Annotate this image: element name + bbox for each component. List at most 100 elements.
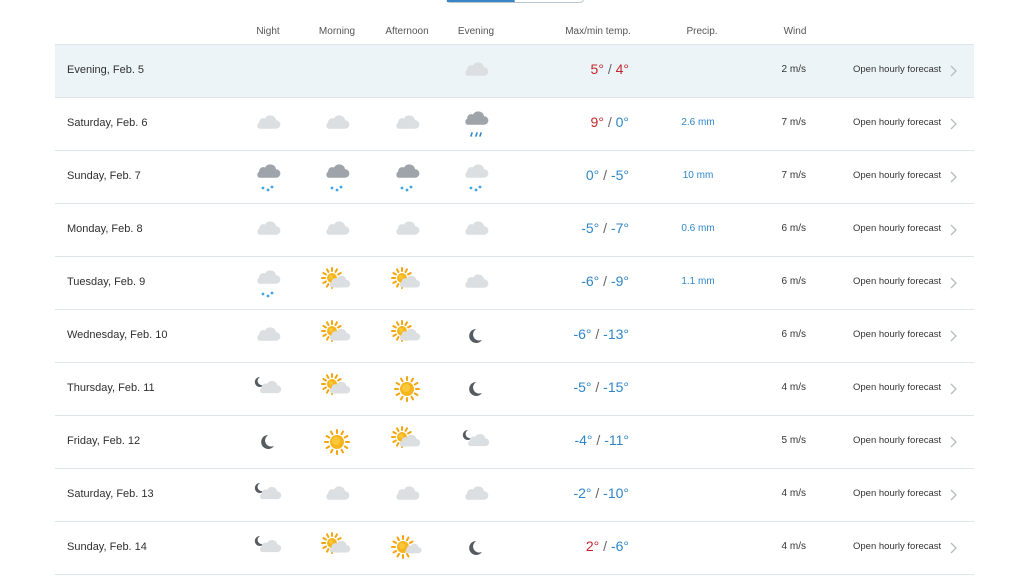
- night-moon-icon: [252, 426, 284, 458]
- row-date: Monday, Feb. 8: [67, 223, 143, 235]
- maxmin-temp: 0° / -5°: [586, 167, 629, 183]
- afternoon-partly-sunny-icon: [391, 426, 423, 458]
- wind-speed: 6 m/s: [781, 223, 806, 234]
- maxmin-temp: -4° / -11°: [574, 432, 629, 448]
- night-moon-cloud-icon: [252, 532, 284, 564]
- max-temp: 0°: [585, 167, 600, 183]
- header-morning: Morning: [318, 26, 356, 37]
- view-toggle-selected-tab[interactable]: [447, 0, 515, 2]
- header-evening: Evening: [457, 26, 495, 37]
- open-hourly-forecast-link[interactable]: Open hourly forecast: [853, 64, 941, 75]
- table-row[interactable]: Thursday, Feb. 11 -5° / -15° 4 m/s Open hou…: [55, 363, 974, 416]
- wind-speed: 4 m/s: [781, 541, 806, 552]
- min-temp: -5°: [610, 167, 629, 183]
- open-hourly-forecast-link[interactable]: Open hourly forecast: [853, 170, 941, 181]
- table-row[interactable]: Wednesday, Feb. 10 -6° / -13° 6 m/s Open ho…: [55, 310, 974, 363]
- table-row[interactable]: Sunday, Feb. 7 0° / -5° 10 mm 7 m/s Open hou…: [55, 151, 974, 204]
- table-row[interactable]: Evening, Feb. 5 5° / 4° 2 m/s Open hourly f…: [55, 45, 974, 98]
- morning-cloud-icon: [321, 108, 353, 140]
- chevron-right-icon[interactable]: [946, 64, 960, 78]
- max-temp: 9°: [590, 114, 604, 130]
- temp-separator: /: [599, 273, 611, 289]
- wind-speed: 6 m/s: [781, 276, 806, 287]
- temp-separator: /: [599, 220, 611, 236]
- chevron-right-icon[interactable]: [946, 223, 960, 237]
- evening-cloud-icon: [460, 479, 492, 511]
- min-temp: -7°: [610, 220, 629, 236]
- open-hourly-forecast-link[interactable]: Open hourly forecast: [853, 117, 941, 128]
- wind-speed: 7 m/s: [781, 117, 806, 128]
- row-date: Tuesday, Feb. 9: [67, 276, 146, 288]
- open-hourly-forecast-link[interactable]: Open hourly forecast: [853, 329, 941, 340]
- morning-cloud-icon: [321, 214, 353, 246]
- precipitation: 10 mm: [682, 170, 714, 181]
- wind-speed: 2 m/s: [781, 64, 806, 75]
- open-hourly-forecast-link[interactable]: Open hourly forecast: [853, 488, 941, 499]
- morning-partly-sunny-icon: [321, 267, 353, 299]
- header-maxmin-temp: Max/min temp.: [565, 26, 631, 37]
- row-date: Wednesday, Feb. 10: [67, 329, 168, 341]
- table-row[interactable]: Monday, Feb. 8 -5° / -7° 0.6 mm 6 m/s Open h…: [55, 204, 974, 257]
- evening-cloud-icon: [460, 214, 492, 246]
- maxmin-temp: -5° / -15°: [573, 379, 629, 395]
- chevron-right-icon[interactable]: [946, 329, 960, 343]
- temp-separator: /: [603, 61, 616, 77]
- wind-speed: 7 m/s: [781, 170, 806, 181]
- min-temp: 0°: [615, 114, 629, 130]
- max-temp: -5°: [581, 220, 600, 236]
- afternoon-partly-sunny-icon: [391, 320, 423, 352]
- table-row[interactable]: Saturday, Feb. 6 9° / 0° 2.6 mm 7 m/s Open h…: [55, 98, 974, 151]
- max-temp: -6°: [581, 273, 600, 289]
- chevron-right-icon[interactable]: [946, 382, 960, 396]
- maxmin-temp: 9° / 0°: [591, 114, 629, 130]
- chevron-right-icon[interactable]: [946, 541, 960, 555]
- morning-partly-sunny-icon: [321, 320, 353, 352]
- chevron-right-icon[interactable]: [946, 170, 960, 184]
- afternoon-cloud-icon: [391, 214, 423, 246]
- night-snow-cloud-icon: [252, 267, 284, 299]
- open-hourly-forecast-link[interactable]: Open hourly forecast: [853, 276, 941, 287]
- table-row[interactable]: Friday, Feb. 12 -4° / -11° 5 m/s Open hourl…: [55, 416, 974, 469]
- min-temp: -13°: [603, 326, 629, 342]
- chevron-right-icon[interactable]: [946, 435, 960, 449]
- open-hourly-forecast-link[interactable]: Open hourly forecast: [853, 223, 941, 234]
- row-date: Saturday, Feb. 6: [67, 117, 148, 129]
- wind-speed: 6 m/s: [781, 329, 806, 340]
- row-date: Saturday, Feb. 13: [67, 488, 154, 500]
- header-night: Night: [256, 26, 280, 37]
- header-precip: Precip.: [686, 26, 718, 37]
- view-toggle[interactable]: [446, 0, 584, 3]
- forecast-table: Night Morning Afternoon Evening Max/min …: [55, 22, 974, 575]
- table-row[interactable]: Sunday, Feb. 14 2° / -6° 4 m/s Open hourly …: [55, 522, 974, 575]
- row-date: Sunday, Feb. 14: [67, 541, 147, 553]
- precipitation: 2.6 mm: [681, 117, 715, 128]
- chevron-right-icon[interactable]: [946, 117, 960, 131]
- evening-cloud-icon: [460, 267, 492, 299]
- night-snow-cloud-dark-icon: [252, 161, 284, 193]
- max-temp: 5°: [590, 61, 604, 77]
- min-temp: -6°: [610, 538, 629, 554]
- precipitation: 0.6 mm: [681, 223, 715, 234]
- afternoon-partly-sunny-icon: [391, 267, 423, 299]
- maxmin-temp: -6° / -13°: [573, 326, 629, 342]
- min-temp: -10°: [603, 485, 629, 501]
- table-row[interactable]: Tuesday, Feb. 9 -6° / -9° 1.1 mm 6 m/s Open …: [55, 257, 974, 310]
- afternoon-snow-cloud-dark-icon: [391, 161, 423, 193]
- night-cloud-icon: [252, 108, 284, 140]
- morning-partly-sunny-icon: [321, 532, 353, 564]
- night-moon-cloud-icon: [252, 479, 284, 511]
- evening-cloud-icon: [460, 55, 492, 87]
- morning-partly-sunny-icon: [321, 373, 353, 405]
- open-hourly-forecast-link[interactable]: Open hourly forecast: [853, 435, 941, 446]
- max-temp: -2°: [573, 485, 592, 501]
- maxmin-temp: 5° / 4°: [591, 61, 629, 77]
- min-temp: 4°: [615, 61, 629, 77]
- header-afternoon: Afternoon: [385, 26, 429, 37]
- open-hourly-forecast-link[interactable]: Open hourly forecast: [853, 382, 941, 393]
- open-hourly-forecast-link[interactable]: Open hourly forecast: [853, 541, 941, 552]
- table-row[interactable]: Saturday, Feb. 13 -2° / -10° 4 m/s Open hou…: [55, 469, 974, 522]
- chevron-right-icon[interactable]: [946, 276, 960, 290]
- precipitation: 1.1 mm: [681, 276, 715, 287]
- chevron-right-icon[interactable]: [946, 488, 960, 502]
- row-date: Evening, Feb. 5: [67, 64, 145, 76]
